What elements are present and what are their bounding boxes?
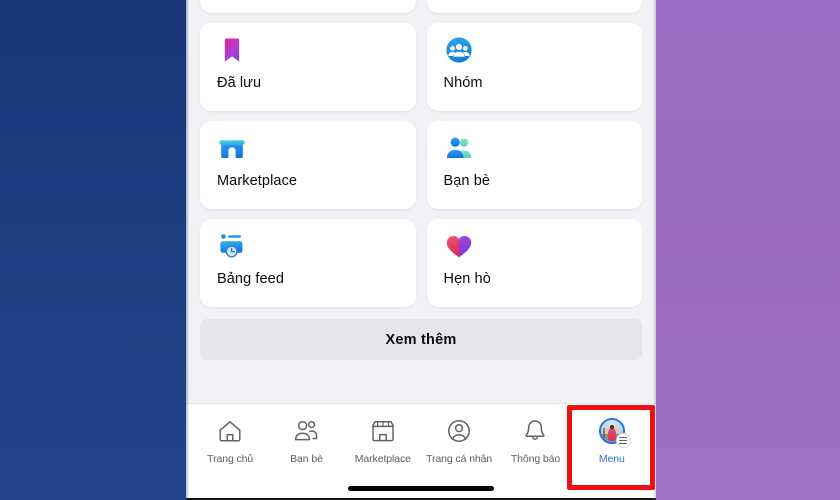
nav-item-friends[interactable]: Bạn bè	[268, 418, 344, 465]
friends-icon	[444, 133, 474, 163]
hamburger-badge-icon	[615, 433, 631, 448]
shortcut-card-groups[interactable]: Nhóm	[426, 23, 642, 111]
decorative-left-panel	[0, 0, 186, 500]
clipped-card-left[interactable]	[200, 0, 416, 13]
see-more-container: Xem thêm	[200, 307, 642, 360]
groups-icon	[444, 35, 474, 65]
see-more-button[interactable]: Xem thêm	[200, 319, 642, 360]
clipped-card-right[interactable]	[426, 0, 642, 13]
shortcut-label: Đã lưu	[217, 75, 262, 91]
shortcut-card-saved[interactable]: Đã lưu	[200, 23, 416, 111]
marketplace-icon	[217, 133, 247, 163]
nav-label: Menu	[598, 453, 625, 465]
shortcut-card-dating[interactable]: Hẹn hò	[426, 219, 642, 307]
bell-icon	[525, 420, 546, 440]
nav-item-profile[interactable]: Trang cá nhân	[421, 418, 497, 465]
profile-circle-icon	[448, 420, 471, 442]
shortcut-label: Bảng feed	[217, 271, 285, 287]
nav-label: Trang cá nhân	[426, 453, 493, 465]
dating-heart-icon	[444, 231, 474, 261]
nav-item-marketplace[interactable]: Marketplace	[345, 418, 421, 465]
menu-shortcuts-scroll-area[interactable]: Đã lưu Nhóm Marketplace Bạn bè Bảng feed…	[186, 0, 656, 403]
screenshot-root: Đã lưu Nhóm Marketplace Bạn bè Bảng feed…	[0, 0, 840, 500]
shortcut-grid: Đã lưu Nhóm Marketplace Bạn bè Bảng feed…	[200, 23, 642, 307]
nav-item-notifications[interactable]: Thông báo	[497, 418, 573, 465]
bookmark-icon	[217, 35, 247, 65]
nav-label: Bạn bè	[290, 453, 323, 465]
shortcut-card-marketplace[interactable]: Marketplace	[200, 121, 416, 209]
bottom-navigation-bar: Trang chủ Bạn bè Marketplace Trang cá nh…	[186, 403, 656, 500]
nav-item-home[interactable]: Trang chủ	[192, 418, 268, 465]
home-icon	[219, 421, 241, 442]
nav-label: Trang chủ	[207, 453, 254, 465]
decorative-right-panel	[656, 0, 840, 500]
friends-outline-icon	[295, 420, 318, 441]
clipped-shortcut-row	[200, 0, 642, 13]
shortcut-label: Marketplace	[217, 173, 298, 189]
nav-label: Thông báo	[510, 453, 561, 465]
shortcut-card-friends[interactable]: Bạn bè	[426, 121, 642, 209]
shortcut-label: Nhóm	[443, 75, 483, 91]
avatar-menu-icon[interactable]	[598, 418, 631, 448]
store-outline-icon	[371, 421, 395, 442]
feed-icon	[217, 231, 247, 261]
phone-viewport: Đã lưu Nhóm Marketplace Bạn bè Bảng feed…	[186, 0, 656, 500]
shortcut-label: Hẹn hò	[443, 271, 491, 287]
nav-label: Marketplace	[354, 453, 411, 465]
shortcut-label: Bạn bè	[443, 173, 491, 189]
home-indicator	[348, 486, 494, 491]
nav-item-menu[interactable]: Menu	[574, 418, 650, 465]
shortcut-card-feed[interactable]: Bảng feed	[200, 219, 416, 307]
